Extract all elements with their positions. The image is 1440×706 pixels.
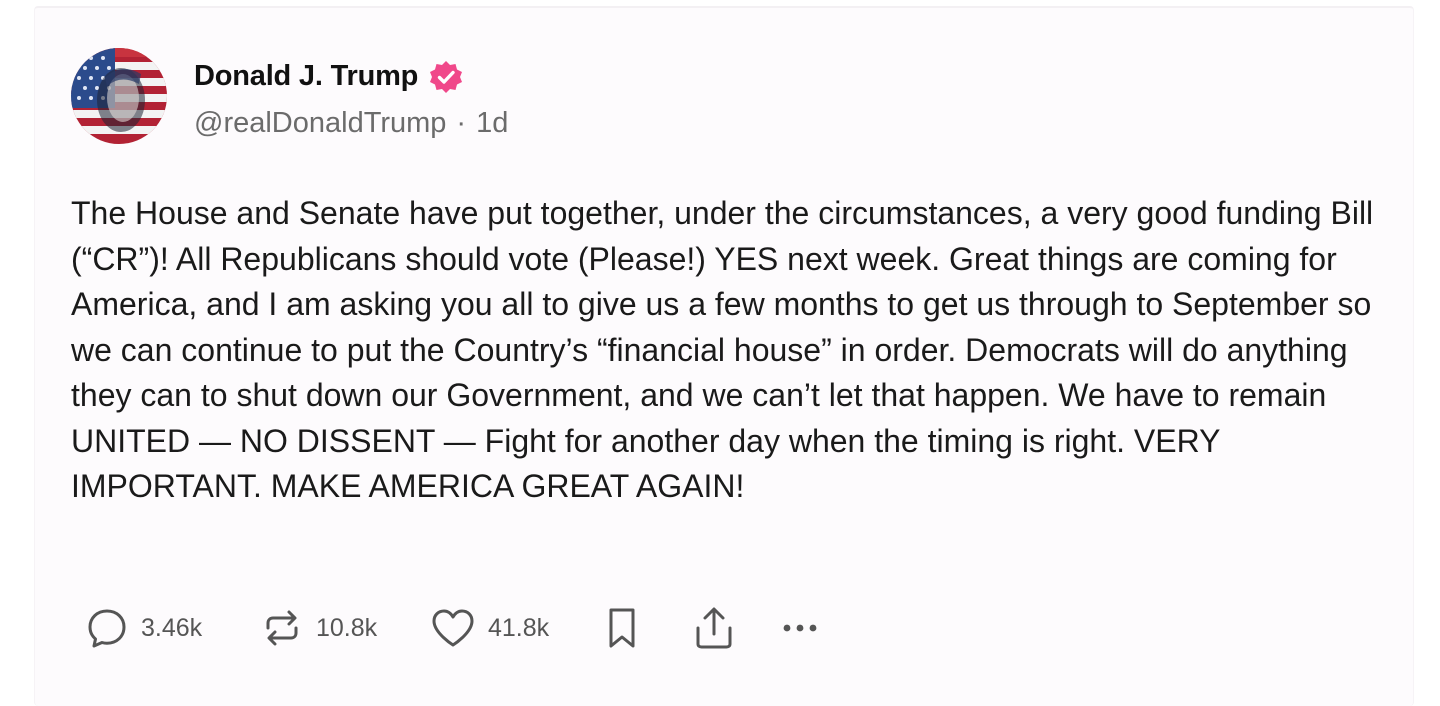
verified-badge-icon	[428, 59, 464, 95]
author-name-row: Donald J. Trump	[194, 53, 508, 101]
handle-row: @realDonaldTrump · 1d	[194, 107, 508, 140]
reply-button[interactable]: 3.46k	[85, 606, 260, 650]
like-button[interactable]: 41.8k	[430, 606, 602, 650]
author-handle[interactable]: @realDonaldTrump	[194, 107, 446, 140]
bookmark-button[interactable]	[602, 605, 692, 651]
avatar[interactable]	[71, 48, 167, 144]
reply-count: 3.46k	[141, 613, 203, 642]
author-name[interactable]: Donald J. Trump	[194, 60, 418, 93]
like-count: 41.8k	[488, 613, 550, 642]
repost-count: 10.8k	[316, 613, 378, 642]
post-age[interactable]: 1d	[476, 107, 508, 140]
avatar-flag-portrait	[71, 48, 167, 144]
more-button[interactable]	[778, 618, 838, 638]
reply-icon	[85, 606, 129, 650]
action-bar: 3.46k 10.8k 41.8k	[85, 602, 838, 654]
share-icon	[692, 604, 736, 652]
post-header: Donald J. Trump @realDonaldTrump · 1d	[71, 48, 508, 144]
post-card: Donald J. Trump @realDonaldTrump · 1d Th…	[34, 6, 1414, 706]
more-icon	[778, 618, 822, 638]
heart-icon	[430, 606, 476, 650]
repost-icon	[260, 606, 304, 650]
post-text: The House and Senate have put together, …	[71, 195, 1383, 504]
author-block: Donald J. Trump @realDonaldTrump · 1d	[194, 53, 508, 140]
separator: ·	[456, 106, 467, 139]
share-button[interactable]	[692, 604, 778, 652]
bookmark-icon	[602, 605, 642, 651]
repost-button[interactable]: 10.8k	[260, 606, 430, 650]
